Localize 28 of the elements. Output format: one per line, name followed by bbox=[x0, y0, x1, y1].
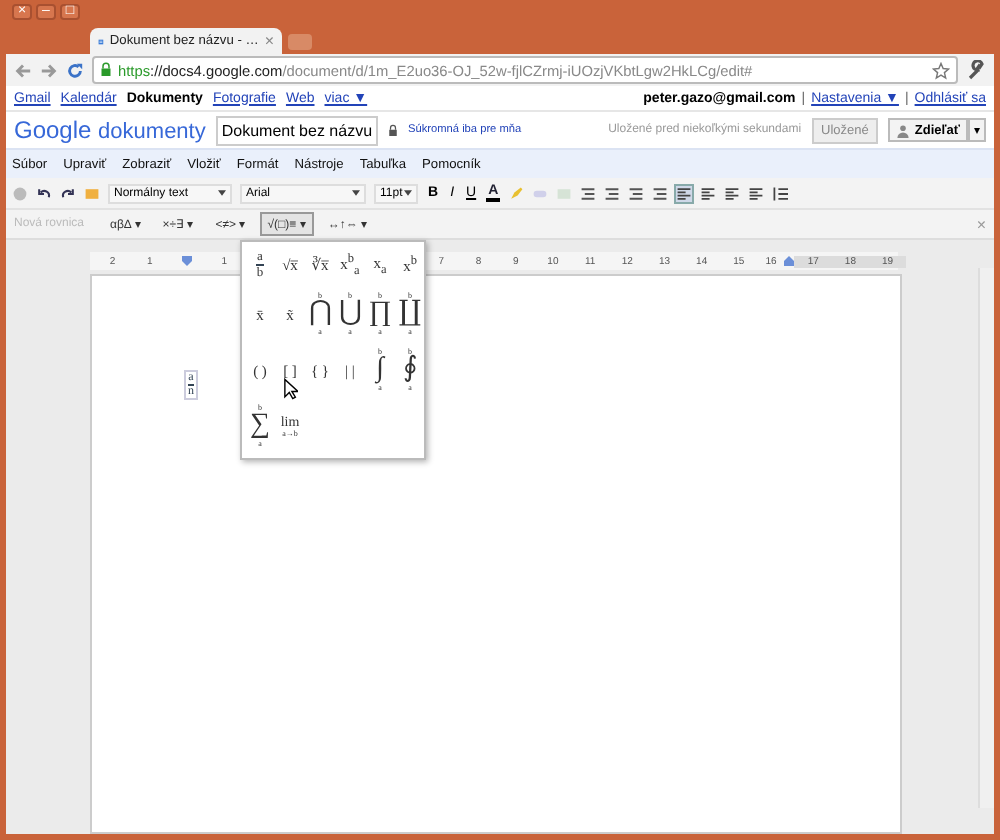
scrollbar[interactable] bbox=[978, 268, 994, 808]
align-icon[interactable] bbox=[748, 185, 765, 201]
list-icon[interactable] bbox=[580, 185, 597, 201]
forward-icon[interactable] bbox=[40, 61, 58, 79]
reload-icon[interactable] bbox=[66, 61, 84, 79]
wrench-icon[interactable] bbox=[966, 60, 986, 80]
lock-icon bbox=[100, 62, 112, 78]
list-icon[interactable] bbox=[604, 185, 621, 201]
align-icon[interactable] bbox=[676, 185, 693, 201]
align-icon[interactable] bbox=[724, 185, 741, 201]
indent-marker[interactable] bbox=[181, 256, 192, 266]
list-icon[interactable] bbox=[652, 185, 669, 201]
caret-icon bbox=[352, 190, 360, 196]
mouse-cursor-icon bbox=[284, 378, 298, 400]
person-icon bbox=[896, 123, 911, 137]
back-icon[interactable] bbox=[14, 61, 32, 79]
list-icon[interactable] bbox=[628, 185, 645, 201]
caret-icon bbox=[404, 190, 412, 196]
star-icon[interactable] bbox=[932, 61, 950, 79]
google-docs-logo[interactable]: Google dokumenty bbox=[14, 116, 206, 144]
document-title-field[interactable]: Dokument bez názvu bbox=[215, 115, 379, 145]
line-spacing-icon[interactable] bbox=[772, 185, 789, 201]
align-icon[interactable] bbox=[700, 185, 717, 201]
undo-icon[interactable] bbox=[36, 185, 52, 201]
redo-icon[interactable] bbox=[60, 185, 76, 201]
caret-icon bbox=[218, 190, 226, 196]
lock-icon bbox=[388, 123, 399, 137]
indent-marker[interactable] bbox=[784, 256, 795, 266]
